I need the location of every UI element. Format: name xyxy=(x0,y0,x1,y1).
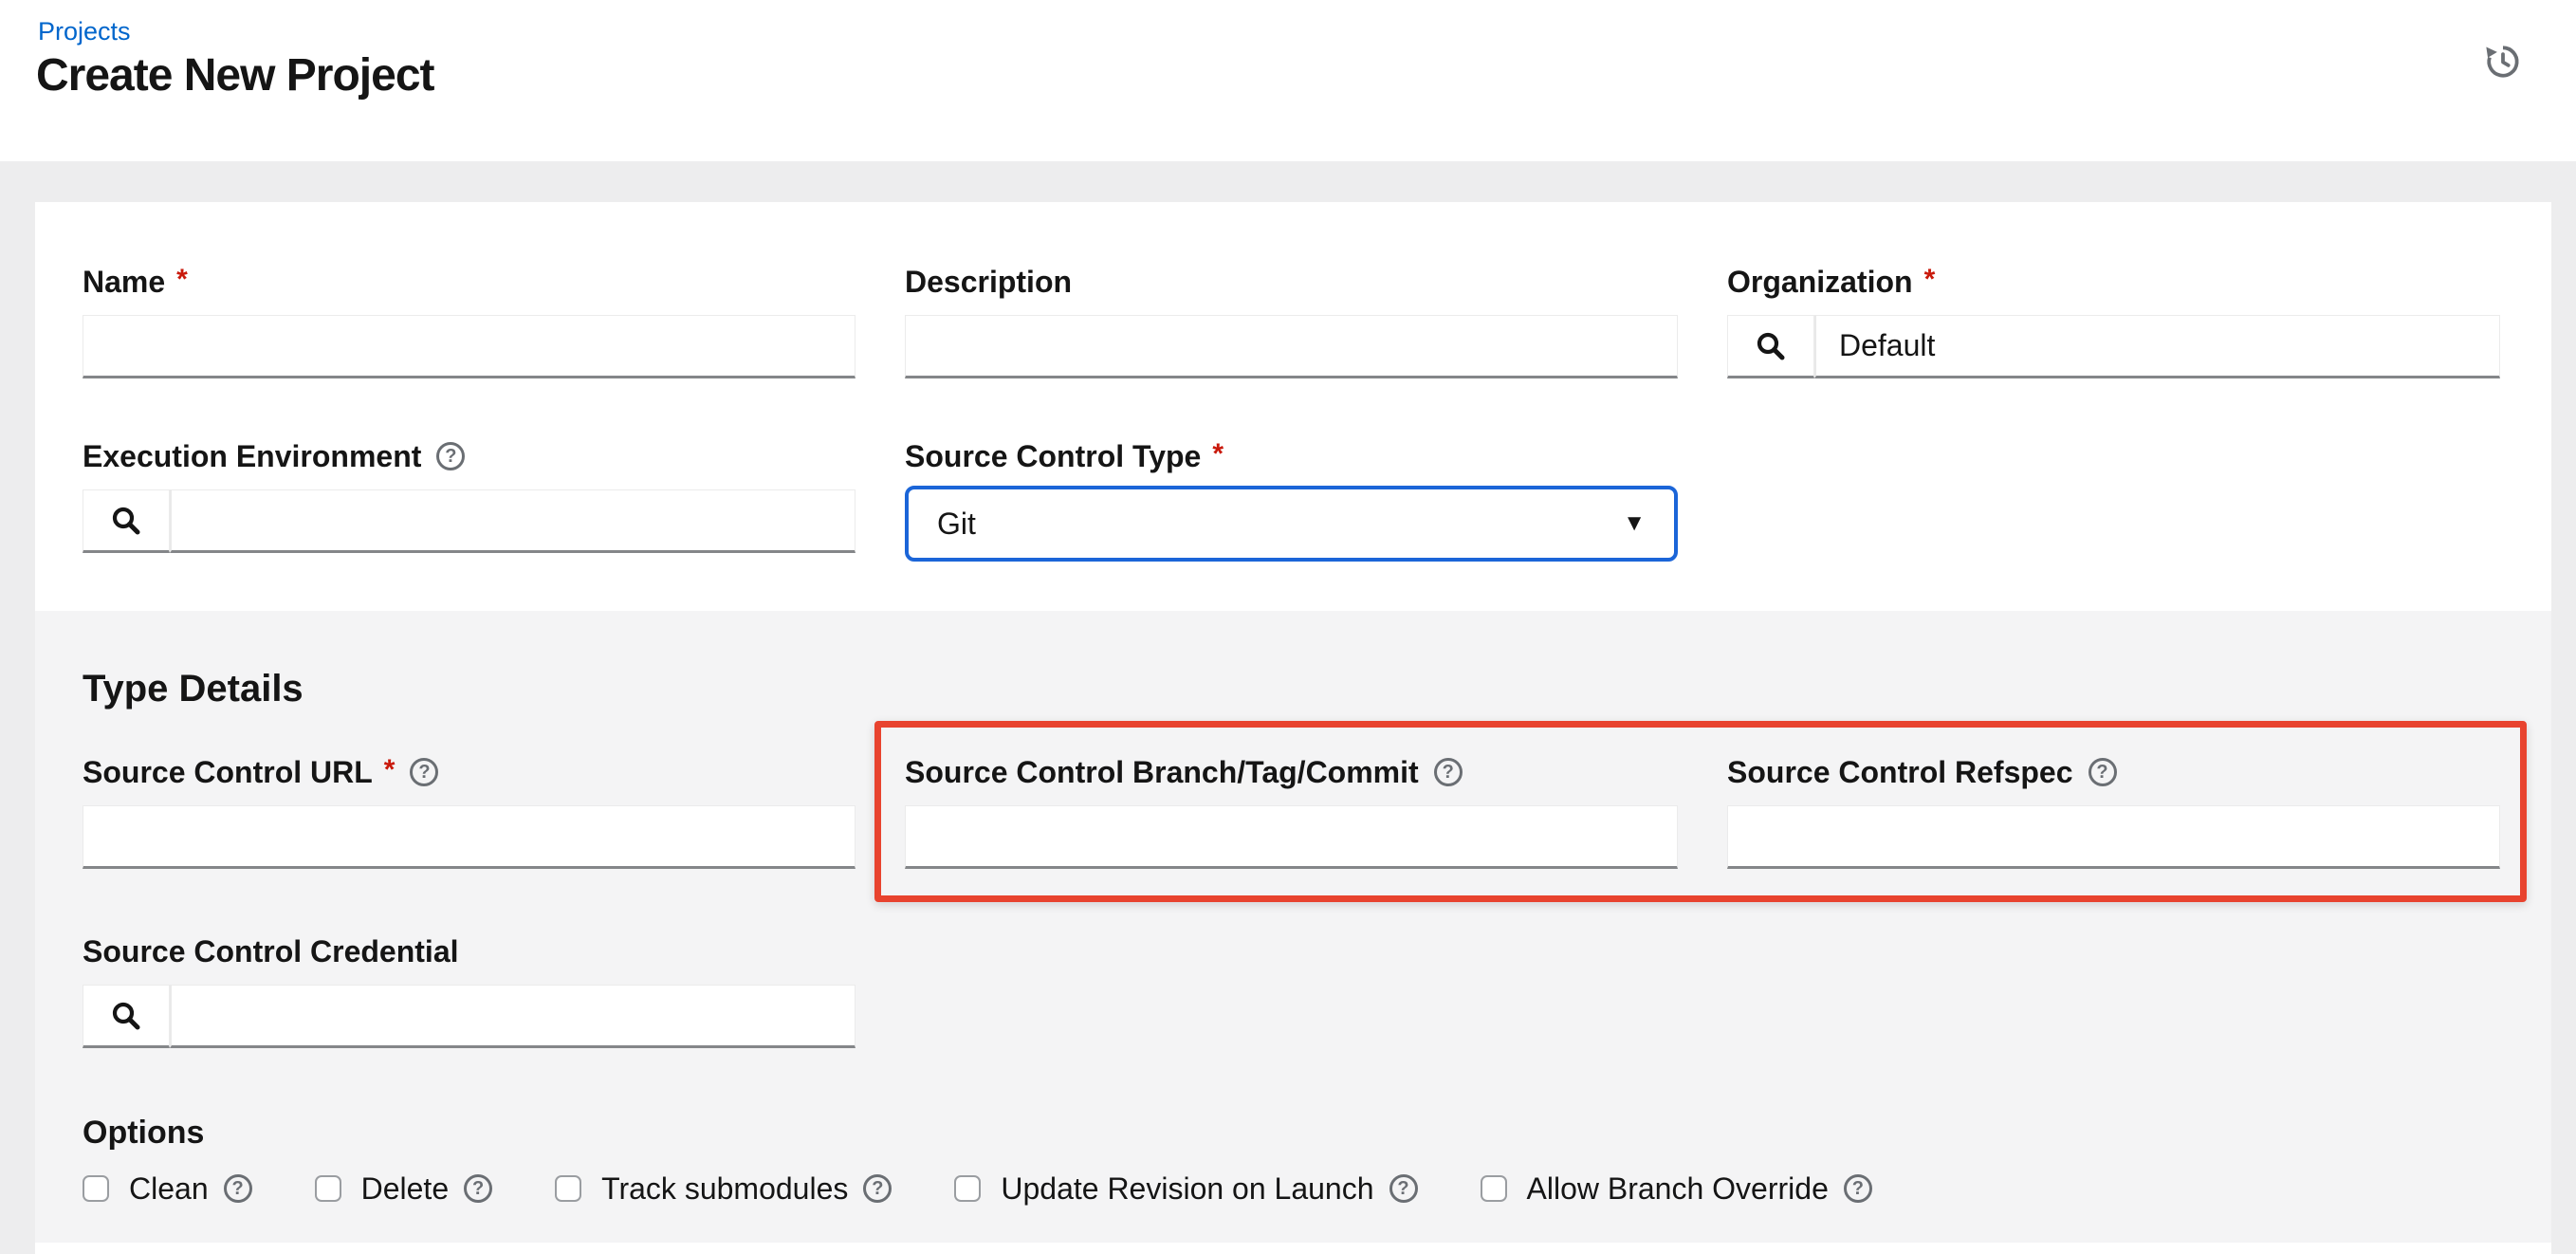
help-icon[interactable]: ? xyxy=(464,1174,492,1203)
page-title: Create New Project xyxy=(36,49,434,101)
form-row-3: Source Control URL * ? Source Control Br… xyxy=(83,755,2504,869)
page-header: Projects Create New Project xyxy=(0,0,2576,161)
source-control-url-field-group: Source Control URL * ? xyxy=(83,755,856,869)
delete-checkbox[interactable] xyxy=(315,1175,341,1202)
source-control-credential-input[interactable] xyxy=(170,985,856,1048)
track-submodules-checkbox[interactable] xyxy=(555,1175,581,1202)
help-icon[interactable]: ? xyxy=(1389,1174,1418,1203)
source-control-credential-label: Source Control Credential xyxy=(83,934,459,969)
option-delete: Delete ? xyxy=(315,1171,493,1207)
required-asterisk: * xyxy=(176,264,188,296)
source-control-type-label: Source Control Type xyxy=(905,439,1201,474)
option-clean: Clean ? xyxy=(83,1171,252,1207)
execution-environment-search-button[interactable] xyxy=(83,489,170,553)
source-control-branch-field-group: Source Control Branch/Tag/Commit ? xyxy=(905,755,1678,869)
track-submodules-label: Track submodules xyxy=(601,1171,848,1207)
search-icon xyxy=(109,999,143,1033)
source-control-url-input[interactable] xyxy=(83,805,856,869)
required-asterisk: * xyxy=(1212,438,1224,470)
execution-environment-input[interactable] xyxy=(170,489,856,553)
name-input[interactable] xyxy=(83,315,856,378)
option-update-revision-on-launch: Update Revision on Launch ? xyxy=(954,1171,1417,1207)
help-icon[interactable]: ? xyxy=(863,1174,892,1203)
breadcrumb-projects-link[interactable]: Projects xyxy=(38,17,131,46)
help-icon[interactable]: ? xyxy=(1844,1174,1872,1203)
type-details-section: Type Details Source Control URL * ? Sour… xyxy=(35,611,2551,1243)
description-label: Description xyxy=(905,265,1072,300)
source-control-branch-label: Source Control Branch/Tag/Commit xyxy=(905,755,1419,790)
source-control-type-select[interactable]: Git ▼ xyxy=(905,486,1678,562)
chevron-down-icon: ▼ xyxy=(1623,512,1646,535)
help-icon[interactable]: ? xyxy=(410,758,438,786)
options-checkbox-row: Clean ? Delete ? Track submodules ? Upda… xyxy=(83,1170,2504,1208)
clean-label: Clean xyxy=(129,1171,209,1207)
option-allow-branch-override: Allow Branch Override ? xyxy=(1481,1171,1872,1207)
option-track-submodules: Track submodules ? xyxy=(555,1171,892,1207)
search-icon xyxy=(1754,329,1788,363)
description-input[interactable] xyxy=(905,315,1678,378)
type-details-heading: Type Details xyxy=(83,668,2504,710)
help-icon[interactable]: ? xyxy=(224,1174,252,1203)
source-control-type-field-group: Source Control Type * Git ▼ xyxy=(905,439,1678,562)
source-control-refspec-input[interactable] xyxy=(1727,805,2500,869)
history-icon xyxy=(2483,42,2523,82)
execution-environment-field-group: Execution Environment ? xyxy=(83,439,856,553)
source-control-branch-input[interactable] xyxy=(905,805,1678,869)
form-row-2: Execution Environment ? xyxy=(83,439,2504,562)
delete-label: Delete xyxy=(361,1171,450,1207)
help-icon[interactable]: ? xyxy=(436,442,465,470)
organization-label: Organization xyxy=(1727,265,1913,300)
name-label: Name xyxy=(83,265,165,300)
history-button[interactable] xyxy=(2483,42,2523,82)
organization-input[interactable] xyxy=(1814,315,2500,378)
source-control-type-value: Git xyxy=(937,507,976,542)
project-form-card: Name * Description Organization * xyxy=(35,202,2551,1254)
help-icon[interactable]: ? xyxy=(1434,758,1463,786)
credential-search-button[interactable] xyxy=(83,985,170,1048)
allow-branch-override-label: Allow Branch Override xyxy=(1527,1171,1829,1207)
allow-branch-override-checkbox[interactable] xyxy=(1481,1175,1507,1202)
search-icon xyxy=(109,504,143,538)
required-asterisk: * xyxy=(384,754,396,786)
source-control-refspec-label: Source Control Refspec xyxy=(1727,755,2073,790)
create-project-page: Projects Create New Project Name * xyxy=(0,0,2576,1254)
clean-checkbox[interactable] xyxy=(83,1175,109,1202)
source-control-refspec-field-group: Source Control Refspec ? xyxy=(1727,755,2500,869)
organization-search-button[interactable] xyxy=(1727,315,1814,378)
update-revision-checkbox[interactable] xyxy=(954,1175,981,1202)
description-field-group: Description xyxy=(905,265,1678,378)
update-revision-label: Update Revision on Launch xyxy=(1001,1171,1373,1207)
organization-field-group: Organization * xyxy=(1727,265,2500,378)
help-icon[interactable]: ? xyxy=(2088,758,2117,786)
form-row-1: Name * Description Organization * xyxy=(83,265,2504,378)
name-field-group: Name * xyxy=(83,265,856,378)
source-control-url-label: Source Control URL xyxy=(83,755,373,790)
options-heading: Options xyxy=(83,1115,2504,1151)
required-asterisk: * xyxy=(1924,264,1936,296)
source-control-credential-field-group: Source Control Credential xyxy=(83,934,856,1048)
execution-environment-label: Execution Environment xyxy=(83,439,421,474)
